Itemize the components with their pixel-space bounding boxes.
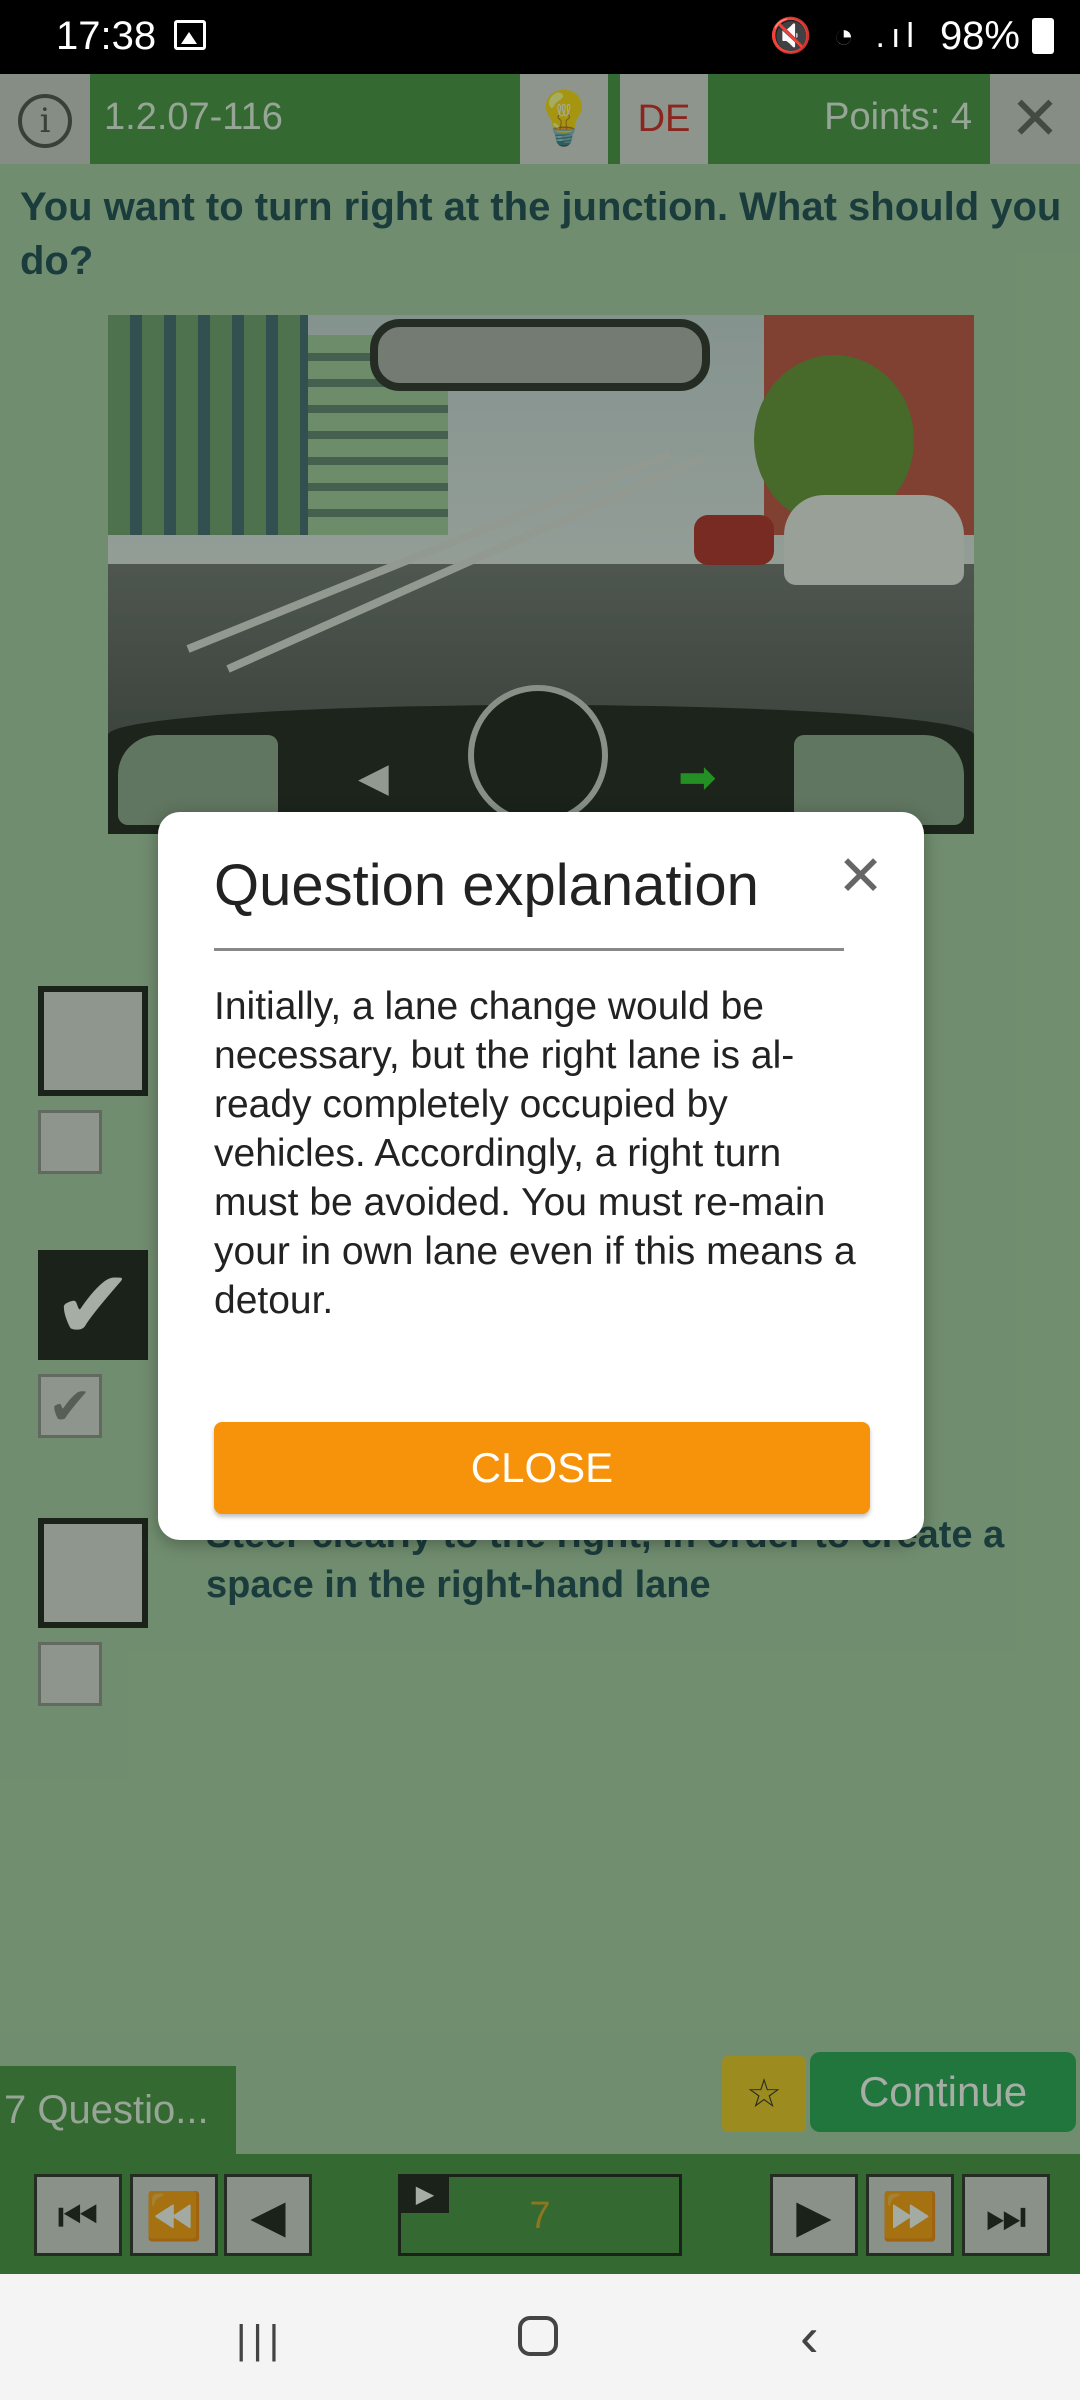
dialog-title: Question explanation bbox=[214, 853, 759, 918]
clock: 17:38 bbox=[56, 14, 157, 58]
signal-icons: 🔇 ◔ .ıl bbox=[769, 17, 920, 55]
battery-icon bbox=[1032, 18, 1054, 54]
battery-percent: 98% bbox=[939, 14, 1020, 58]
dialog-close-button[interactable]: CLOSE bbox=[214, 1422, 870, 1514]
recent-apps-icon[interactable]: ||| bbox=[236, 2318, 285, 2363]
dialog-divider bbox=[214, 948, 844, 951]
explanation-dialog: Question explanation ✕ Initially, a lane… bbox=[158, 812, 924, 1540]
system-navigation-bar: ||| ‹ bbox=[0, 2274, 1080, 2400]
home-icon[interactable] bbox=[518, 2316, 558, 2356]
status-bar: 17:38 🔇 ◔ .ıl 98% bbox=[0, 0, 1080, 74]
dialog-body-text: Initially, a lane change would be necess… bbox=[214, 985, 856, 1322]
gallery-icon bbox=[174, 20, 206, 50]
back-icon[interactable]: ‹ bbox=[800, 2304, 819, 2369]
dialog-close-icon[interactable]: ✕ bbox=[837, 848, 884, 904]
